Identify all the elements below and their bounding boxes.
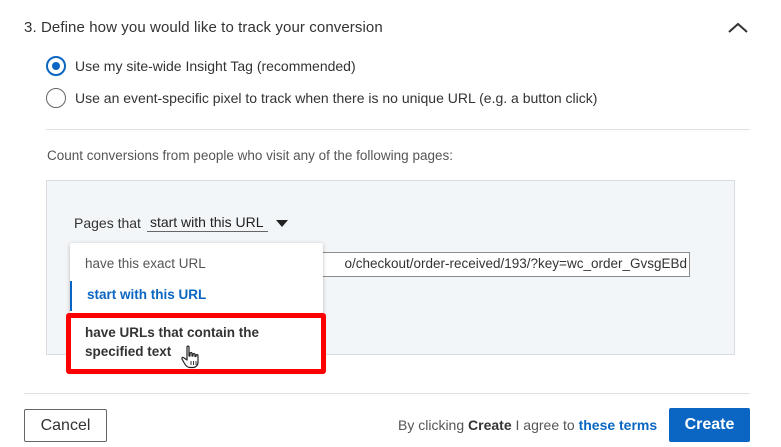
count-conversions-text: Count conversions from people who visit … (47, 148, 453, 163)
radio-label-event-pixel: Use an event-specific pixel to track whe… (75, 90, 598, 106)
agree-middle: I agree to (515, 417, 575, 433)
caret-down-icon[interactable] (275, 219, 288, 227)
url-rule-select[interactable]: start with this URL (146, 214, 268, 232)
radio-label-insight-tag: Use my site-wide Insight Tag (recommende… (75, 58, 356, 74)
radio-button-unchecked[interactable] (46, 88, 66, 108)
create-button[interactable]: Create (669, 408, 750, 442)
radio-option-insight-tag[interactable]: Use my site-wide Insight Tag (recommende… (46, 56, 356, 76)
footer-divider (24, 393, 750, 394)
divider (46, 129, 750, 130)
pages-that-label: Pages that (74, 215, 141, 231)
cancel-button[interactable]: Cancel (24, 409, 107, 442)
dropdown-item-start-with-url[interactable]: start with this URL (70, 281, 323, 311)
terms-link[interactable]: these terms (579, 417, 658, 433)
url-input[interactable]: o/checkout/order-received/193/?key=wc_or… (296, 252, 690, 277)
terms-agreement-text: By clicking Create I agree to these term… (398, 417, 657, 433)
url-input-value: o/checkout/order-received/193/?key=wc_or… (344, 256, 687, 271)
agree-bold: Create (468, 417, 512, 433)
hand-cursor-icon (181, 345, 199, 369)
url-rule-row: Pages that start with this URL (74, 214, 288, 232)
radio-option-event-pixel[interactable]: Use an event-specific pixel to track whe… (46, 88, 597, 108)
radio-button-checked[interactable] (46, 56, 66, 76)
section-title: 3. Define how you would like to track yo… (24, 19, 383, 36)
chevron-up-icon[interactable] (727, 20, 749, 36)
agree-prefix: By clicking (398, 417, 465, 433)
dropdown-item-exact-url[interactable]: have this exact URL (85, 256, 315, 271)
